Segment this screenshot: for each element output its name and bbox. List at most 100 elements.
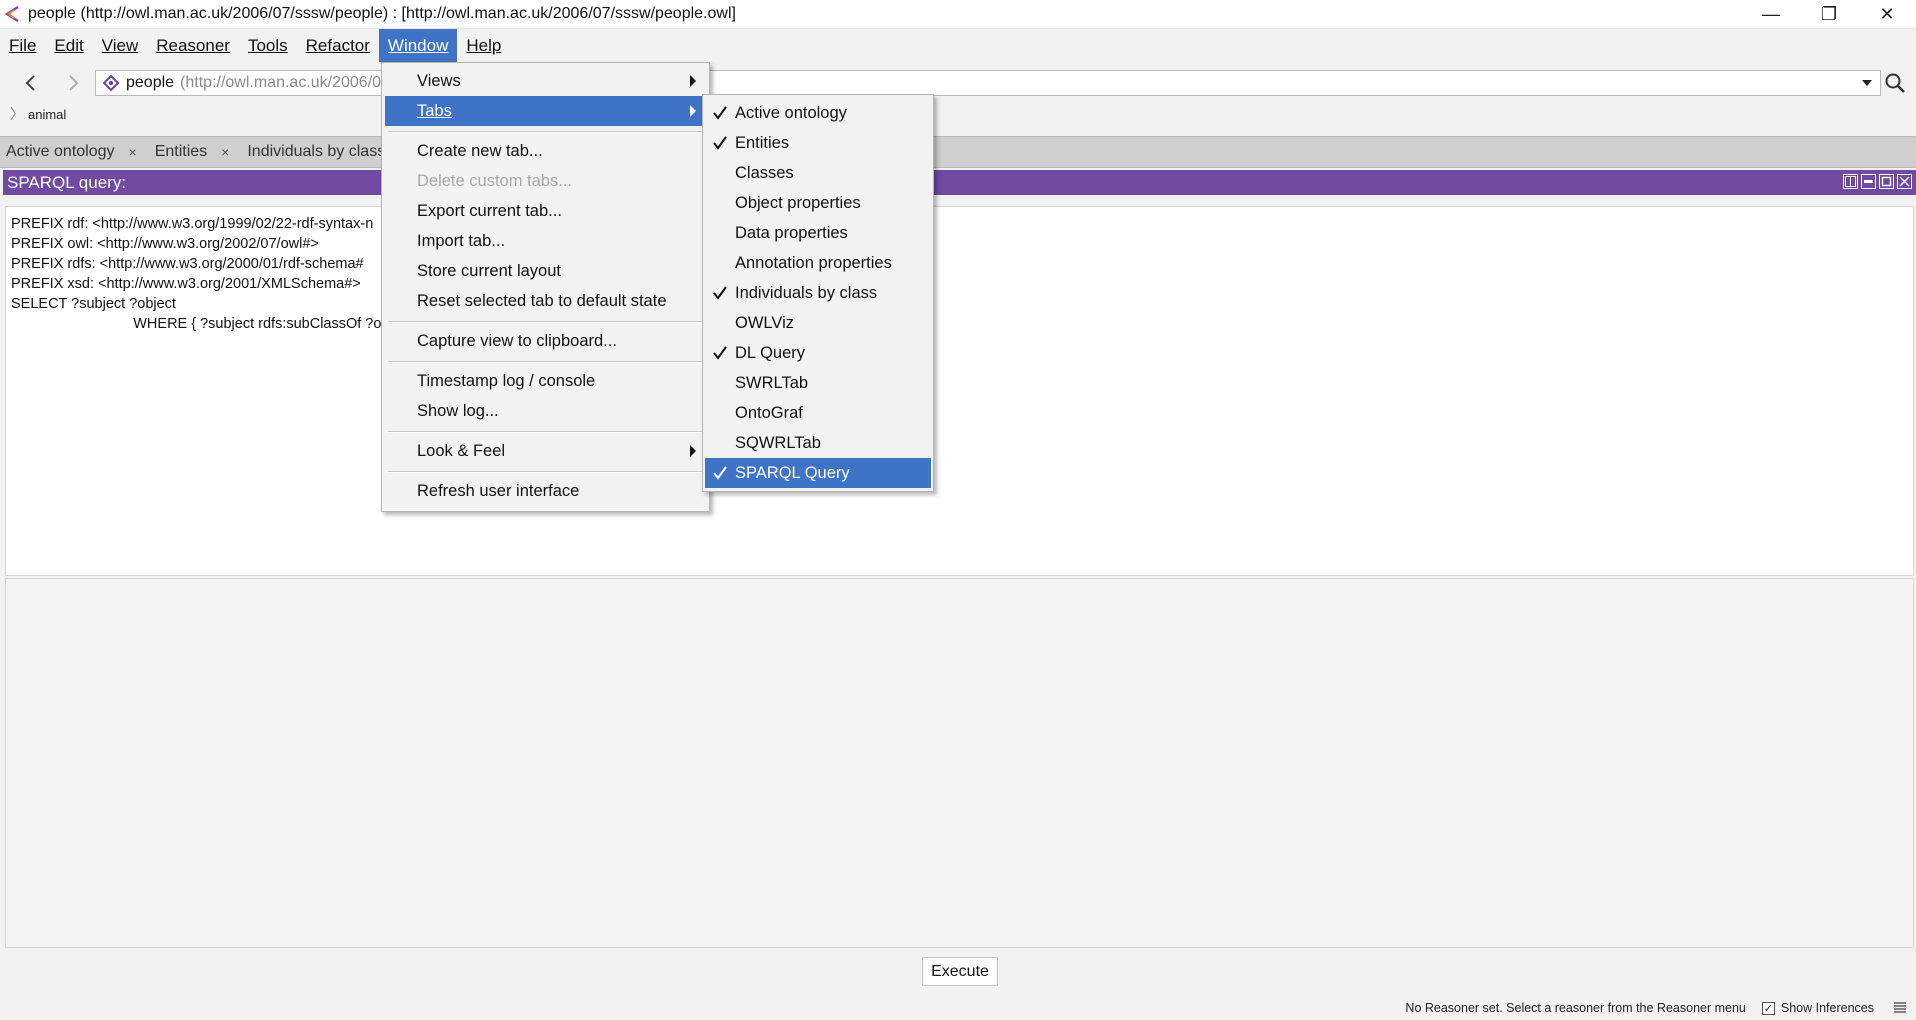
query-line: SELECT ?subject ?object — [11, 296, 176, 312]
submenu-item-label: Entities — [735, 133, 790, 152]
tabs-submenu-ontograf[interactable]: OntoGraf — [705, 398, 931, 428]
menu-help-label: Help — [466, 35, 502, 55]
menu-item-label: Create new tab... — [417, 141, 543, 160]
menu-refactor[interactable]: Refactor — [297, 29, 379, 62]
minimize-button[interactable]: — — [1742, 0, 1800, 29]
menu-view[interactable]: View — [93, 29, 148, 62]
chevron-right-icon[interactable] — [58, 68, 88, 98]
menu-item-label: Refresh user interface — [417, 481, 580, 500]
sparql-query-editor[interactable]: PREFIX rdf: <http://www.w3.org/1999/02/2… — [5, 206, 1914, 576]
check-icon — [711, 103, 729, 123]
window-menu-views[interactable]: Views — [385, 66, 706, 96]
submenu-item-label: OWLViz — [735, 313, 794, 332]
minimize-view-icon[interactable] — [1861, 174, 1876, 189]
menu-tools-label: Tools — [247, 35, 288, 55]
menu-file[interactable]: File — [0, 29, 45, 62]
window-menu-reset-selected-tab[interactable]: Reset selected tab to default state — [385, 286, 706, 316]
tabs-submenu-data-properties[interactable]: Data properties — [705, 218, 931, 248]
check-icon — [711, 283, 729, 303]
active-entity-field[interactable]: people (http://owl.man.ac.uk/2006/0 — [95, 70, 1881, 96]
window-menu-dropdown: Views Tabs Create new tab... Delete cust… — [381, 62, 710, 512]
menu-item-label: Reset selected tab to default state — [417, 291, 667, 310]
check-icon — [711, 343, 729, 363]
submenu-arrow-icon — [690, 445, 696, 457]
maximize-button[interactable]: ❐ — [1800, 0, 1858, 29]
window-menu-timestamp-log[interactable]: Timestamp log / console — [385, 366, 706, 396]
window-menu-refresh-ui[interactable]: Refresh user interface — [385, 476, 706, 506]
check-icon — [711, 463, 729, 483]
menu-edit[interactable]: Edit — [45, 29, 92, 62]
tabs-submenu-entities[interactable]: Entities — [705, 128, 931, 158]
menu-file-label: File — [9, 35, 37, 55]
tabs-row: Active ontology × Entities × Individuals… — [0, 136, 1916, 168]
submenu-item-label: Classes — [735, 163, 794, 182]
window-menu-show-log[interactable]: Show log... — [385, 396, 706, 426]
submenu-item-label: Object properties — [735, 193, 861, 212]
tabs-submenu-dl-query[interactable]: DL Query — [705, 338, 931, 368]
sparql-view-header: SPARQL query: — [3, 170, 1916, 195]
window-menu-capture-view[interactable]: Capture view to clipboard... — [385, 326, 706, 356]
window-menu-store-current-layout[interactable]: Store current layout — [385, 256, 706, 286]
tabs-submenu-classes[interactable]: Classes — [705, 158, 931, 188]
menu-item-label: Timestamp log / console — [417, 371, 596, 390]
menu-separator — [388, 321, 703, 323]
view-title: SPARQL query: — [7, 172, 127, 192]
submenu-item-label: SPARQL Query — [735, 463, 850, 482]
menu-window[interactable]: Window — [378, 29, 458, 62]
window-menu-tabs[interactable]: Tabs — [385, 96, 706, 126]
menu-edit-label: Edit — [54, 35, 84, 55]
tab-active-ontology[interactable]: Active ontology × — [0, 137, 149, 167]
tabs-submenu-object-properties[interactable]: Object properties — [705, 188, 931, 218]
window-menu-look-and-feel[interactable]: Look & Feel — [385, 436, 706, 466]
menu-separator — [388, 471, 703, 473]
menu-separator — [388, 361, 703, 363]
toolbar: people (http://owl.man.ac.uk/2006/0 — [0, 62, 1916, 104]
menu-window-label: Window — [387, 35, 449, 55]
menu-help[interactable]: Help — [457, 29, 510, 62]
query-line: PREFIX rdfs: <http://www.w3.org/2000/01/… — [11, 256, 364, 272]
submenu-item-label: Data properties — [735, 223, 848, 242]
menu-item-label: Show log... — [417, 401, 499, 420]
tabs-submenu-sparql-query[interactable]: SPARQL Query — [705, 458, 931, 488]
menu-tools[interactable]: Tools — [239, 29, 297, 62]
breadcrumb-chevron-icon: 〉 — [10, 106, 24, 122]
tabs-submenu-annotation-properties[interactable]: Annotation properties — [705, 248, 931, 278]
window-menu-import-tab[interactable]: Import tab... — [385, 226, 706, 256]
execute-button[interactable]: Execute — [922, 957, 998, 986]
show-inferences-label: Show Inferences — [1780, 1001, 1874, 1015]
tabs-submenu-individuals-by-class[interactable]: Individuals by class — [705, 278, 931, 308]
submenu-item-label: OntoGraf — [735, 403, 803, 422]
show-inferences-checkbox[interactable]: ✓ — [1761, 1001, 1775, 1015]
submenu-item-label: DL Query — [735, 343, 805, 362]
search-icon[interactable] — [1880, 68, 1910, 98]
menu-item-label: Export current tab... — [417, 201, 562, 220]
menu-reasoner[interactable]: Reasoner — [147, 29, 239, 62]
log-list-icon[interactable] — [1892, 1000, 1908, 1016]
tabs-submenu-sqwrltab[interactable]: SQWRLTab — [705, 428, 931, 458]
menu-bar: File Edit View Reasoner Tools Refactor W… — [0, 29, 1916, 62]
tabs-submenu-active-ontology[interactable]: Active ontology — [705, 98, 931, 128]
query-results-area — [5, 578, 1914, 948]
tab-individuals-by-class[interactable]: Individuals by class — [241, 137, 385, 167]
tab-close-icon[interactable]: × — [129, 144, 137, 160]
close-window-button[interactable]: ✕ — [1858, 0, 1916, 29]
query-line: PREFIX rdf: <http://www.w3.org/1999/02/2… — [11, 216, 374, 232]
reasoner-status-message: No Reasoner set. Select a reasoner from … — [1405, 1001, 1746, 1015]
close-view-icon[interactable] — [1897, 174, 1912, 189]
maximize-view-icon[interactable] — [1879, 174, 1894, 189]
query-line: WHERE { ?subject rdfs:subClassOf ?obj — [101, 316, 393, 332]
breadcrumb-item[interactable]: animal — [28, 107, 66, 122]
tab-label: Individuals by class — [247, 143, 386, 160]
tabs-submenu-swrltab[interactable]: SWRLTab — [705, 368, 931, 398]
tab-close-icon[interactable]: × — [221, 144, 229, 160]
tabs-submenu-owlviz[interactable]: OWLViz — [705, 308, 931, 338]
query-line: PREFIX xsd: <http://www.w3.org/2001/XMLS… — [11, 276, 361, 292]
chevron-left-icon[interactable] — [16, 68, 46, 98]
tab-entities[interactable]: Entities × — [149, 137, 242, 167]
query-line: PREFIX owl: <http://www.w3.org/2002/07/o… — [11, 236, 319, 252]
window-menu-create-new-tab[interactable]: Create new tab... — [385, 136, 706, 166]
split-view-icon[interactable] — [1843, 174, 1858, 189]
window-title: people (http://owl.man.ac.uk/2006/07/sss… — [28, 5, 736, 22]
chevron-down-icon[interactable] — [1858, 73, 1876, 93]
window-menu-export-current-tab[interactable]: Export current tab... — [385, 196, 706, 226]
